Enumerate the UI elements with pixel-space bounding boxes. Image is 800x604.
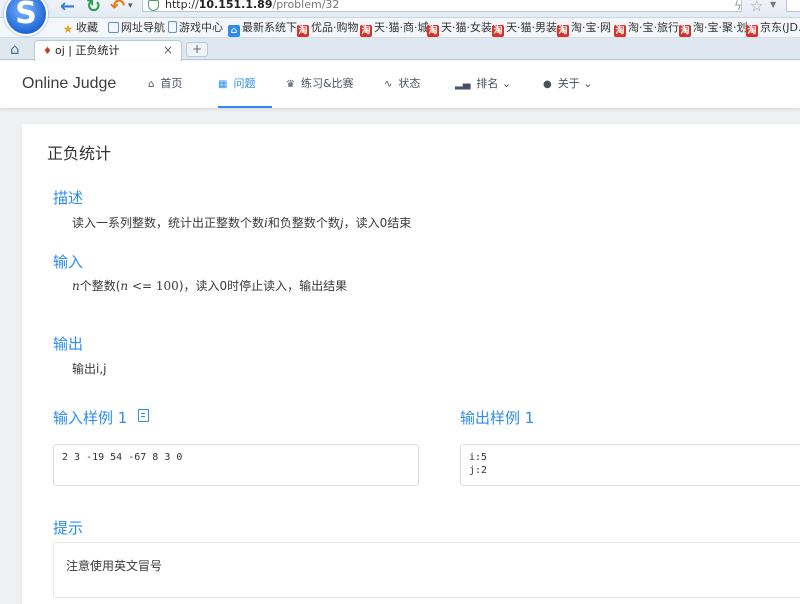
bookmark-item[interactable]: 淘京东(JD.C (746, 21, 800, 37)
sample-input-box: 2 3 -19 54 -67 8 3 0 (53, 444, 419, 486)
shield-icon (148, 0, 159, 11)
taobao-icon: 淘 (746, 25, 758, 37)
page-icon (168, 21, 177, 33)
nav-item-rank[interactable]: ▂▄ 排名 ⌄ (455, 61, 511, 108)
refresh-icon[interactable]: ↻ (86, 0, 101, 16)
page-title: 正负统计 (47, 144, 112, 163)
nav-item-problem[interactable]: ▦ 问题 (218, 61, 272, 108)
bookmarks-bar: ★ 收藏 网址导航 游戏中心 ⌂ 最新系统下 淘优品·购物 淘天·猫·商·城 淘天·… (0, 18, 800, 38)
star-icon[interactable]: ☆ (750, 0, 763, 15)
sample-output-box: i:5 j:2 (460, 444, 800, 486)
chevron-down-icon: ⌄ (501, 77, 512, 90)
nav-item-contest[interactable]: ♛ 练习&比赛 (286, 61, 354, 108)
trophy-icon: ♛ (286, 79, 295, 90)
bookmark-item[interactable]: 淘淘·宝·聚·划 (679, 21, 748, 37)
app-header: Online Judge ⌂ 首页 ▦ 问题 ♛ 练习&比赛 ∿ 状态 ▂▄ 排名 ⌄ ●… (0, 61, 800, 108)
bookmark-item[interactable]: ★ 收藏 (62, 21, 98, 35)
home-icon[interactable]: ⌂ (10, 40, 20, 58)
output-heading: 输出 (53, 335, 84, 353)
url-host: 10.151.1.89 (198, 0, 273, 11)
input-text: n个整数(n <= 100)，读入0时停止读入，输出结果 (72, 279, 348, 293)
home-icon: ⌂ (148, 79, 155, 90)
hint-text: 注意使用英文冒号 (66, 559, 163, 573)
sample-input-heading: 输入样例 1 (53, 409, 128, 427)
hint-box: 注意使用英文冒号 (53, 542, 800, 598)
output-text: 输出i,j (72, 362, 107, 376)
close-icon[interactable]: × (163, 41, 173, 60)
copy-icon[interactable] (138, 409, 149, 422)
taobao-icon: 淘 (360, 25, 372, 37)
bookmark-item[interactable]: ⌂ 最新系统下 (228, 21, 297, 37)
taobao-icon: 淘 (614, 25, 626, 37)
bookmark-item[interactable]: 游戏中心 (168, 21, 223, 35)
tab-strip: ⌂ ♦ oj | 正负统计 × + (0, 38, 800, 61)
nav-item-about[interactable]: ● 关于 ⌄ (543, 61, 592, 108)
taobao-icon: 淘 (297, 25, 309, 37)
info-icon: ● (543, 79, 552, 90)
nav-item-status[interactable]: ∿ 状态 (384, 61, 420, 108)
chevron-down-icon[interactable]: ▼ (770, 0, 776, 9)
taobao-icon: 淘 (427, 25, 439, 37)
problem-card (22, 124, 800, 604)
taobao-icon: 淘 (679, 25, 691, 37)
undo-icon[interactable]: ↶ (110, 0, 125, 16)
brand-title[interactable]: Online Judge (22, 75, 116, 93)
home-icon: ⌂ (228, 25, 240, 37)
bookmark-item[interactable]: 网址导航 (108, 21, 165, 35)
pin-icon: ♦ (43, 46, 52, 57)
bar-chart-icon: ▂▄ (455, 79, 471, 90)
browser-search-input[interactable] (786, 0, 800, 12)
bookmark-item[interactable]: 淘优品·购物 (297, 21, 359, 37)
tab-title: oj | 正负统计 (54, 44, 120, 57)
bookmark-item[interactable]: 淘天·猫·商·城 (360, 21, 429, 37)
chevron-down-icon: ⌄ (583, 77, 593, 90)
bookmark-item[interactable]: 淘天·猫·女装 (427, 21, 492, 37)
lightning-icon[interactable]: ϟ (734, 0, 742, 13)
bookmark-item[interactable]: 淘淘·宝·旅行 (614, 21, 679, 37)
description-text: 读入一系列整数，统计出正整数个数i和负整数个数j，读入0结束 (72, 216, 412, 230)
back-arrow-icon[interactable]: ← (60, 0, 75, 16)
taobao-icon: 淘 (557, 25, 569, 37)
hint-heading: 提示 (53, 519, 84, 537)
star-icon: ★ (62, 22, 74, 36)
description-heading: 描述 (53, 189, 84, 207)
input-heading: 输入 (53, 253, 84, 271)
new-tab-button[interactable]: + (186, 42, 208, 57)
pulse-icon: ∿ (384, 79, 393, 90)
browser-tab[interactable]: ♦ oj | 正负统计 × (34, 40, 182, 61)
bookmark-item[interactable]: 淘淘·宝·网 (557, 21, 611, 37)
address-bar[interactable]: http://10.151.1.89/problem/32 (142, 0, 742, 12)
nav-item-home[interactable]: ⌂ 首页 (148, 61, 182, 108)
url-scheme: http:// (165, 0, 199, 11)
sample-output-heading: 输出样例 1 (460, 409, 535, 427)
taobao-icon: 淘 (492, 25, 504, 37)
globe-icon (108, 22, 119, 33)
url-path: /problem/32 (272, 0, 340, 11)
grid-icon: ▦ (218, 79, 228, 90)
bookmark-item[interactable]: 淘天·猫·男装 (492, 21, 557, 37)
chevron-down-icon[interactable]: ▾ (128, 1, 133, 11)
